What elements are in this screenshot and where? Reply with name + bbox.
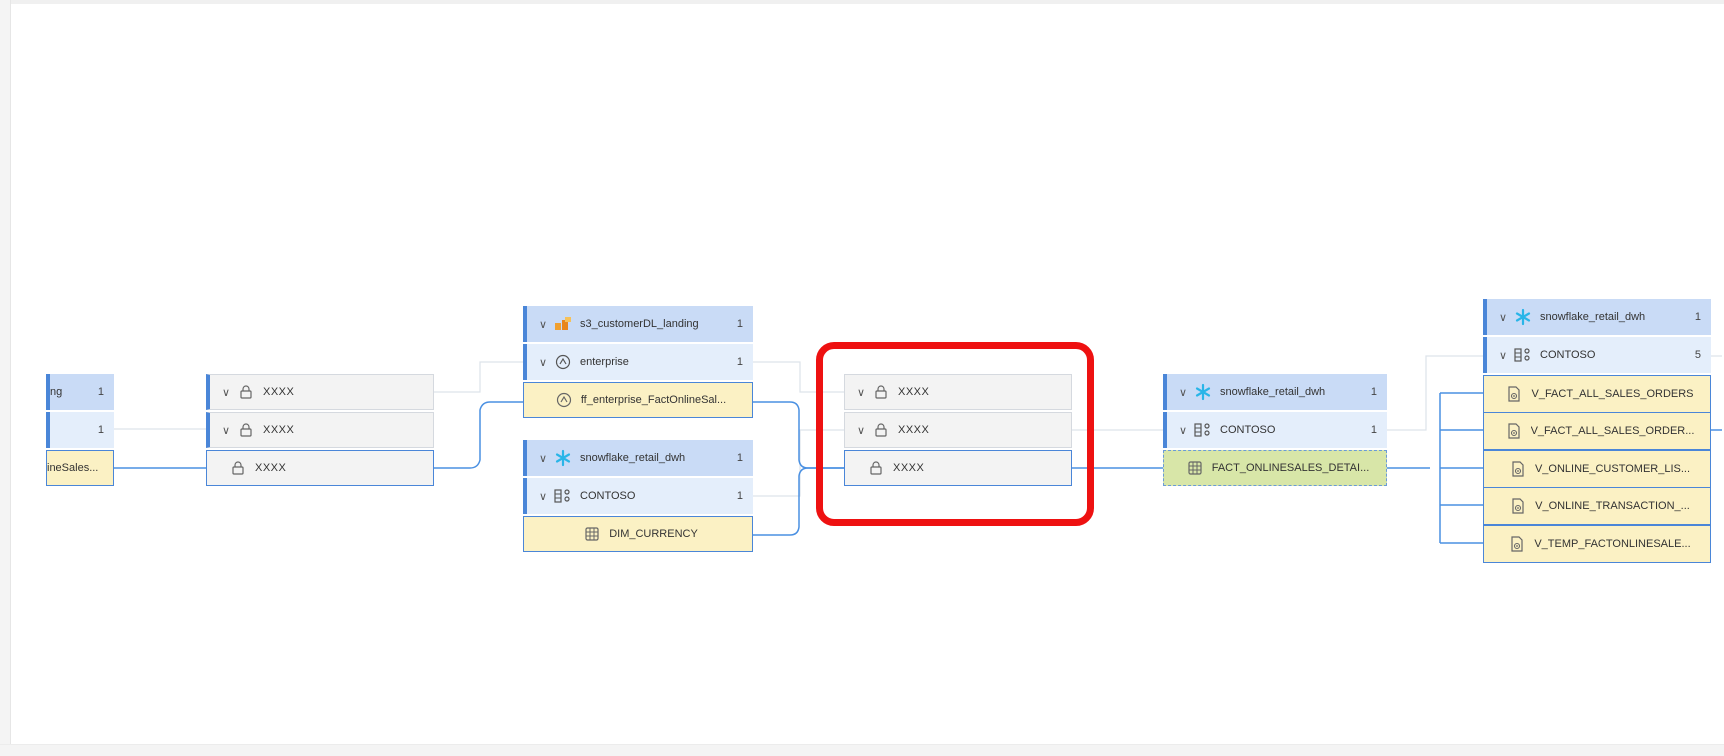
node-sub-label: CONTOSO [1220, 424, 1276, 436]
view-leaf-label: V_ONLINE_TRANSACTION_... [1535, 500, 1690, 512]
chevron-down-icon[interactable]: ∨ [222, 386, 232, 399]
dataset-leaf[interactable]: ff_enterprise_FactOnlineSal... [523, 382, 753, 418]
dataset-leaf[interactable]: ineSales... [46, 450, 114, 486]
node-subheader[interactable]: ∨ CONTOSO 5 [1483, 337, 1711, 373]
node-header[interactable]: ∨ snowflake_retail_dwh 1 [1483, 299, 1711, 335]
schema-icon [554, 487, 572, 505]
view-leaf[interactable]: V_FACT_ALL_SALES_ORDER... [1483, 412, 1711, 450]
lineage-node-source: ng 1 1 ineSales... [46, 374, 114, 488]
table-leaf[interactable]: DIM_CURRENCY [523, 516, 753, 552]
node-sub-label: enterprise [580, 356, 629, 368]
lineage-node-snowflake-dim: ∨ snowflake_retail_dwh 1 ∨ CONTOSO 1 DIM… [523, 440, 753, 554]
chevron-down-icon[interactable]: ∨ [539, 318, 549, 331]
node-count: 1 [1370, 424, 1377, 436]
table-leaf-selected[interactable]: FACT_ONLINESALES_DETAI... [1163, 450, 1387, 486]
view-leaf[interactable]: V_FACT_ALL_SALES_ORDERS [1483, 375, 1711, 413]
node-header-label: snowflake_retail_dwh [1220, 386, 1326, 398]
dataset-leaf-label: ff_enterprise_FactOnlineSal... [580, 394, 727, 406]
masked-label: XXXX [255, 462, 287, 474]
node-count: 1 [97, 386, 104, 398]
node-sub-label: CONTOSO [580, 490, 636, 502]
view-icon [1505, 385, 1523, 403]
view-leaf-label: V_TEMP_FACTONLINESALE... [1534, 538, 1691, 550]
chevron-down-icon[interactable]: ∨ [539, 452, 549, 465]
node-header-label: s3_customerDL_landing [580, 318, 699, 330]
view-leaf[interactable]: V_TEMP_FACTONLINESALE... [1483, 525, 1711, 563]
node-header-label: snowflake_retail_dwh [1540, 311, 1646, 323]
snowflake-icon [1514, 308, 1532, 326]
masked-label: XXXX [263, 424, 295, 436]
chevron-down-icon[interactable]: ∨ [1499, 349, 1509, 362]
view-leaf-label: V_FACT_ALL_SALES_ORDER... [1530, 425, 1695, 437]
node-header-label: snowflake_retail_dwh [580, 452, 686, 464]
view-leaf[interactable]: V_ONLINE_TRANSACTION_... [1483, 487, 1711, 525]
s3-bucket-icon [554, 315, 572, 333]
chevron-down-icon[interactable]: ∨ [1179, 424, 1189, 437]
masked-row[interactable]: ∨ XXXX [206, 374, 434, 410]
node-count: 1 [736, 490, 743, 502]
node-count: 1 [736, 318, 743, 330]
masked-row[interactable]: ∨ XXXX [206, 412, 434, 448]
masked-leaf[interactable]: XXXX [206, 450, 434, 486]
schema-icon [1514, 346, 1532, 364]
masked-label: XXXX [263, 386, 295, 398]
chevron-down-icon[interactable]: ∨ [1179, 386, 1189, 399]
view-icon [1509, 497, 1527, 515]
lineage-node-snowflake-fact: ∨ snowflake_retail_dwh 1 ∨ CONTOSO 1 FAC… [1163, 374, 1387, 488]
dataset-icon [555, 391, 573, 409]
table-icon [583, 525, 601, 543]
table-icon [1186, 459, 1204, 477]
node-count: 1 [1694, 311, 1701, 323]
view-leaf-label: V_FACT_ALL_SALES_ORDERS [1531, 388, 1694, 400]
snowflake-icon [554, 449, 572, 467]
table-leaf-label: FACT_ONLINESALES_DETAI... [1211, 462, 1370, 474]
lineage-node-s3: ∨ s3_customerDL_landing 1 ∨ enterprise 1… [523, 306, 753, 420]
lock-icon [237, 421, 255, 439]
dataset-icon [554, 353, 572, 371]
node-count: 1 [736, 452, 743, 464]
chevron-down-icon[interactable]: ∨ [539, 356, 549, 369]
chevron-down-icon[interactable]: ∨ [539, 490, 549, 503]
node-header[interactable]: ∨ snowflake_retail_dwh 1 [523, 440, 753, 476]
table-leaf-label: DIM_CURRENCY [609, 528, 698, 540]
view-icon [1509, 460, 1527, 478]
node-subheader[interactable]: ∨ CONTOSO 1 [1163, 412, 1387, 448]
dataset-leaf-label: ineSales... [47, 462, 99, 474]
chevron-down-icon[interactable]: ∨ [222, 424, 232, 437]
node-header[interactable]: ∨ s3_customerDL_landing 1 [523, 306, 753, 342]
node-subheader[interactable]: ∨ CONTOSO 1 [523, 478, 753, 514]
view-icon [1505, 422, 1523, 440]
node-sub-label: CONTOSO [1540, 349, 1596, 361]
highlight-box [816, 342, 1094, 526]
node-header[interactable]: ∨ snowflake_retail_dwh 1 [1163, 374, 1387, 410]
chevron-down-icon[interactable]: ∨ [1499, 311, 1509, 324]
node-subheader[interactable]: ∨ enterprise 1 [523, 344, 753, 380]
lineage-canvas[interactable]: ng 1 1 ineSales... ∨ XXXX ∨ XXXX XXXX ∨ … [0, 0, 1724, 756]
node-header[interactable]: ng 1 [46, 374, 114, 410]
node-count: 1 [736, 356, 743, 368]
lineage-node-snowflake-views: ∨ snowflake_retail_dwh 1 ∨ CONTOSO 5 V_F… [1483, 299, 1711, 563]
node-count: 1 [1370, 386, 1377, 398]
lock-icon [237, 383, 255, 401]
node-header-label: ng [50, 386, 63, 398]
view-leaf-label: V_ONLINE_CUSTOMER_LIS... [1534, 463, 1691, 475]
schema-icon [1194, 421, 1212, 439]
view-icon [1508, 535, 1526, 553]
lineage-node-masked-1: ∨ XXXX ∨ XXXX XXXX [206, 374, 434, 488]
lock-icon [229, 459, 247, 477]
snowflake-icon [1194, 383, 1212, 401]
view-leaf[interactable]: V_ONLINE_CUSTOMER_LIS... [1483, 450, 1711, 488]
node-count: 1 [97, 424, 104, 436]
node-subheader[interactable]: 1 [46, 412, 114, 448]
node-count: 5 [1694, 349, 1701, 361]
